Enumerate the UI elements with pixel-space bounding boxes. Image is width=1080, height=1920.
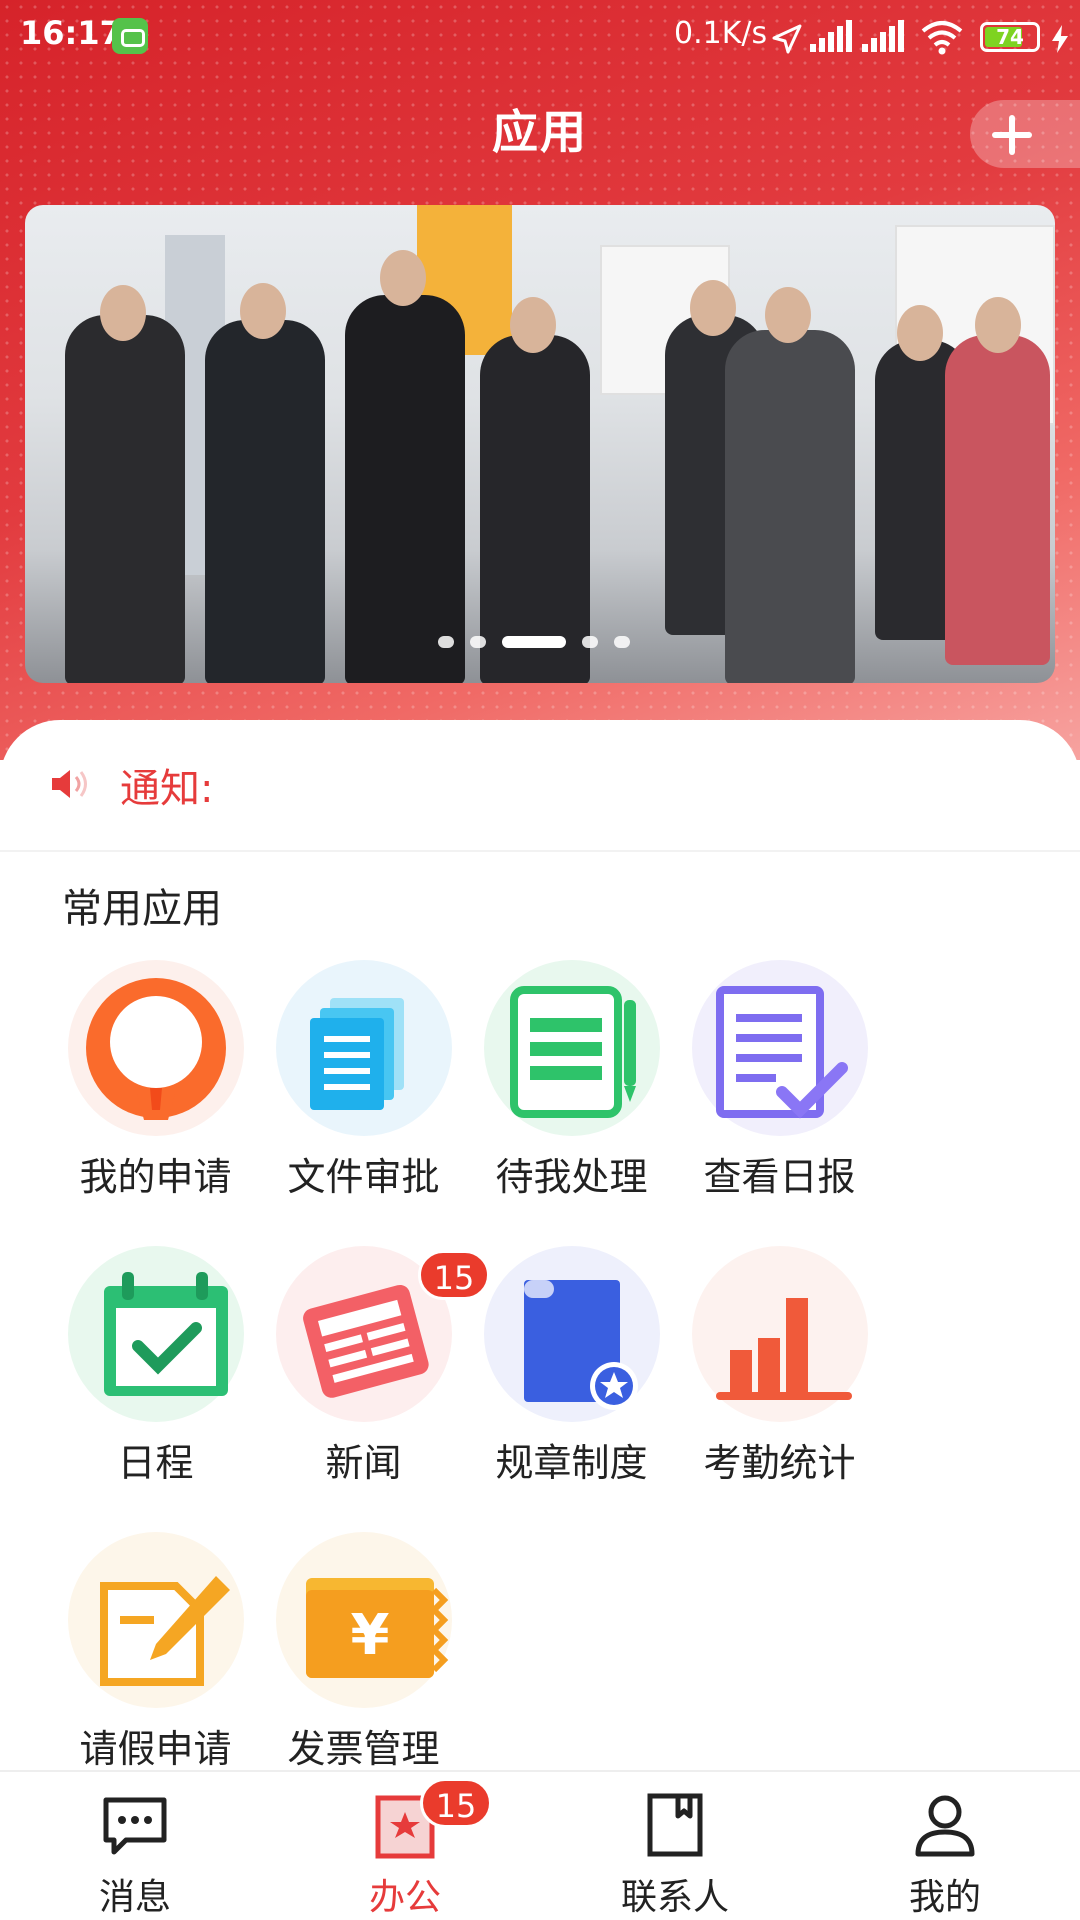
banner-person bbox=[725, 330, 855, 683]
app-label: 发票管理 bbox=[287, 1727, 440, 1771]
banner-dot[interactable] bbox=[438, 636, 454, 648]
banner-dot-active[interactable] bbox=[502, 636, 566, 648]
app-daily-report[interactable]: 查看日报 bbox=[634, 960, 889, 1199]
app-attendance[interactable]: 考勤统计 bbox=[634, 1246, 889, 1485]
daily-report-icon bbox=[716, 986, 848, 1119]
content-panel: 通知: 常用应用 我的申请 文件审批 待我处理 查看日报 日程 15 新闻 规章… bbox=[0, 720, 1080, 1920]
signal-icon-2 bbox=[862, 18, 906, 58]
speaker-icon bbox=[52, 770, 87, 798]
tab-profile[interactable]: 我的 bbox=[810, 1772, 1080, 1920]
tab-label: 联系人 bbox=[620, 1877, 729, 1918]
signal-icon-1 bbox=[810, 18, 854, 58]
bottom-tab-bar: 消息 15 办公 联系人 我的 bbox=[0, 1770, 1080, 1920]
contacts-icon bbox=[647, 1793, 703, 1857]
charging-icon bbox=[1052, 25, 1068, 53]
profile-icon bbox=[915, 1795, 975, 1857]
section-title-common-apps: 常用应用 bbox=[62, 886, 222, 932]
notification-app-icon bbox=[112, 18, 148, 54]
invoice-icon: ¥ bbox=[306, 1578, 449, 1678]
tab-office[interactable]: 15 办公 bbox=[270, 1772, 540, 1920]
banner-person bbox=[205, 320, 325, 683]
banner-dot[interactable] bbox=[614, 636, 630, 648]
banner-dot[interactable] bbox=[470, 636, 486, 648]
page-title: 应用 bbox=[492, 105, 588, 159]
wifi-icon bbox=[921, 21, 963, 55]
office-badge: 15 bbox=[420, 1778, 492, 1828]
banner-carousel[interactable] bbox=[25, 205, 1055, 683]
battery-icon: 74 bbox=[980, 22, 1040, 52]
tab-label: 我的 bbox=[908, 1877, 981, 1918]
notice-bar[interactable]: 通知: bbox=[0, 720, 1080, 852]
banner-person bbox=[945, 335, 1050, 665]
svg-text:¥: ¥ bbox=[351, 1603, 390, 1668]
status-time: 16:17 bbox=[20, 14, 122, 52]
app-invoice[interactable]: ¥ 发票管理 bbox=[218, 1532, 473, 1771]
tab-messages[interactable]: 消息 bbox=[0, 1772, 270, 1920]
tab-contacts[interactable]: 联系人 bbox=[540, 1772, 810, 1920]
tab-label: 办公 bbox=[368, 1877, 441, 1918]
battery-level: 74 bbox=[996, 25, 1024, 49]
app-label: 考勤统计 bbox=[703, 1441, 856, 1485]
status-bar: 16:17 0.1K/s 74 bbox=[0, 0, 1080, 72]
banner-person bbox=[65, 315, 185, 683]
banner-person bbox=[480, 335, 590, 683]
banner-person bbox=[345, 295, 465, 683]
app-label: 查看日报 bbox=[703, 1155, 856, 1199]
network-speed: 0.1K/s bbox=[674, 16, 768, 51]
location-arrow-icon bbox=[772, 24, 802, 54]
notice-label: 通知: bbox=[120, 766, 214, 812]
app-screen: 16:17 0.1K/s 74 应用 通知: 常用应用 我的申请 文件审批 待我… bbox=[0, 0, 1080, 1920]
banner-dot[interactable] bbox=[582, 636, 598, 648]
tab-label: 消息 bbox=[98, 1877, 171, 1918]
attendance-chart-icon bbox=[716, 1298, 852, 1400]
message-icon bbox=[103, 1797, 167, 1855]
add-button[interactable] bbox=[970, 100, 1080, 168]
